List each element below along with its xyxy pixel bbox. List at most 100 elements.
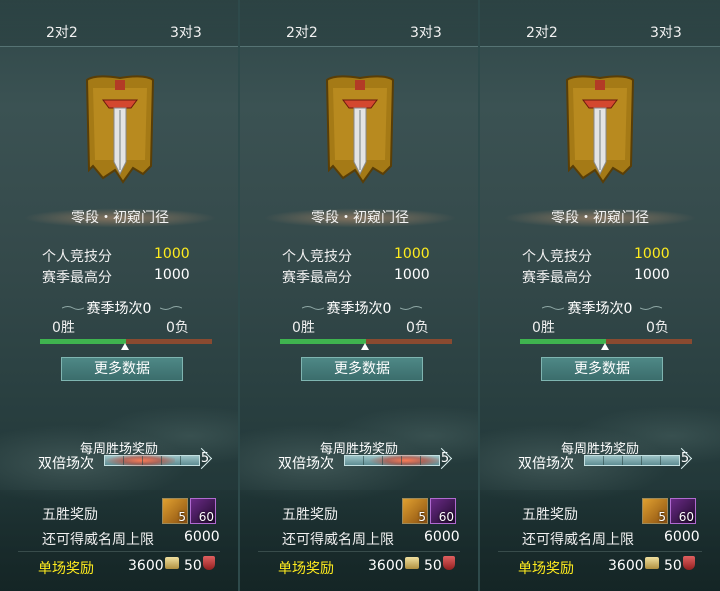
- wins-count: 0胜: [52, 320, 75, 336]
- reward-item1-count: 5: [178, 510, 186, 524]
- tab-3v3[interactable]: 3对3: [410, 22, 442, 42]
- tab-2v2[interactable]: 2对2: [286, 22, 318, 42]
- coin-icon: [165, 557, 179, 569]
- bar-tick: [142, 456, 143, 465]
- reward-gem-icon[interactable]: 60: [430, 498, 456, 524]
- season-best-value: 1000: [394, 267, 430, 283]
- weekly-cap-label: 还可得威名周上限: [522, 532, 634, 548]
- single-shield-value: 50: [664, 558, 682, 574]
- win-fill: [280, 339, 366, 344]
- single-shield-value: 50: [184, 558, 202, 574]
- weekly-cap-value: 6000: [184, 529, 220, 545]
- mode-tabs: 2对2 3对3: [240, 0, 478, 47]
- divider: [18, 551, 220, 552]
- season-matches: 赛季场次0: [326, 301, 392, 317]
- wins-count: 0胜: [532, 320, 555, 336]
- bar-tick: [660, 456, 661, 465]
- personal-score-label: 个人竞技分: [42, 249, 112, 265]
- reward-item2-count: 60: [438, 510, 454, 524]
- bar-tick: [401, 456, 402, 465]
- rank-sword-banner-icon: [565, 75, 635, 184]
- divider: [498, 551, 702, 552]
- losses-count: 0负: [406, 320, 429, 336]
- five-win-reward-label: 五胜奖励: [282, 507, 338, 523]
- reward-scroll-icon[interactable]: 5: [402, 498, 428, 524]
- win-fill: [40, 339, 126, 344]
- more-data-button[interactable]: 更多数据: [301, 357, 423, 381]
- double-bar-glow: [365, 454, 439, 467]
- personal-score-value: 1000: [634, 246, 670, 262]
- reward-scroll-icon[interactable]: 5: [162, 498, 188, 524]
- reward-gem-icon[interactable]: 60: [670, 498, 696, 524]
- reward-gem-icon[interactable]: 60: [190, 498, 216, 524]
- double-matches-label: 双倍场次: [38, 456, 94, 472]
- rank-title: 零段・初窥门径: [20, 206, 220, 230]
- bar-tick: [382, 456, 383, 465]
- rank-sword-banner-icon: [325, 75, 395, 184]
- single-match-reward-label: 单场奖励: [518, 561, 574, 577]
- season-best-label: 赛季最高分: [42, 270, 112, 286]
- bar-tick: [622, 456, 623, 465]
- wins-count: 0胜: [292, 320, 315, 336]
- bar-tick: [603, 456, 604, 465]
- arena-screen: 2对2 3对3 零段・初窥门径 个人竞技分 1000 赛季最高分 1000 赛季…: [0, 0, 720, 591]
- double-matches-count: 5: [676, 449, 694, 469]
- tab-2v2[interactable]: 2对2: [46, 22, 78, 42]
- double-matches-bar: [101, 454, 200, 467]
- weekly-cap-value: 6000: [664, 529, 700, 545]
- weekly-cap-label: 还可得威名周上限: [282, 532, 394, 548]
- rank-sword-banner-icon: [85, 75, 155, 184]
- win-ratio-marker: [121, 343, 129, 350]
- double-matches-count: 5: [196, 449, 214, 469]
- five-win-reward-label: 五胜奖励: [522, 507, 578, 523]
- weekly-cap-value: 6000: [424, 529, 460, 545]
- double-matches-count: 5: [436, 449, 454, 469]
- bar-tick: [161, 456, 162, 465]
- bar-tick: [363, 456, 364, 465]
- rank-title: 零段・初窥门径: [500, 206, 700, 230]
- losses-count: 0负: [166, 320, 189, 336]
- arena-panel: 2对2 3对3 零段・初窥门径 个人竞技分 1000 赛季最高分 1000 赛季…: [240, 0, 480, 591]
- single-coin-value: 3600: [608, 558, 644, 574]
- win-ratio-marker: [361, 343, 369, 350]
- mode-tabs: 2对2 3对3: [480, 0, 720, 47]
- arena-panel: 2对2 3对3 零段・初窥门径 个人竞技分 1000 赛季最高分 1000 赛季…: [480, 0, 720, 591]
- double-matches-label: 双倍场次: [278, 456, 334, 472]
- season-best-label: 赛季最高分: [522, 270, 592, 286]
- personal-score-label: 个人竞技分: [522, 249, 592, 265]
- double-matches-bar: [584, 455, 680, 466]
- more-data-button[interactable]: 更多数据: [541, 357, 663, 381]
- tab-3v3[interactable]: 3对3: [170, 22, 202, 42]
- more-data-button[interactable]: 更多数据: [61, 357, 183, 381]
- shield-icon: [683, 556, 695, 570]
- personal-score-value: 1000: [154, 246, 190, 262]
- coin-icon: [405, 557, 419, 569]
- tab-2v2[interactable]: 2对2: [526, 22, 558, 42]
- ornament-right-icon: [160, 306, 182, 310]
- single-shield-value: 50: [424, 558, 442, 574]
- single-coin-value: 3600: [368, 558, 404, 574]
- shield-icon: [443, 556, 455, 570]
- five-win-reward-label: 五胜奖励: [42, 507, 98, 523]
- reward-item2-count: 60: [198, 510, 214, 524]
- double-matches-label: 双倍场次: [518, 456, 574, 472]
- divider: [258, 551, 460, 552]
- season-best-value: 1000: [154, 267, 190, 283]
- bar-tick: [420, 456, 421, 465]
- tab-3v3[interactable]: 3对3: [650, 22, 682, 42]
- season-matches: 赛季场次0: [86, 301, 152, 317]
- ornament-right-icon: [400, 306, 422, 310]
- bar-tick: [123, 456, 124, 465]
- ornament-right-icon: [640, 306, 662, 310]
- personal-score-value: 1000: [394, 246, 430, 262]
- season-best-label: 赛季最高分: [282, 270, 352, 286]
- reward-item1-count: 5: [418, 510, 426, 524]
- season-best-value: 1000: [634, 267, 670, 283]
- single-coin-value: 3600: [128, 558, 164, 574]
- shield-icon: [203, 556, 215, 570]
- reward-scroll-icon[interactable]: 5: [642, 498, 668, 524]
- reward-item2-count: 60: [678, 510, 694, 524]
- double-matches-bar: [344, 454, 440, 467]
- personal-score-label: 个人竞技分: [282, 249, 352, 265]
- weekly-cap-label: 还可得威名周上限: [42, 532, 154, 548]
